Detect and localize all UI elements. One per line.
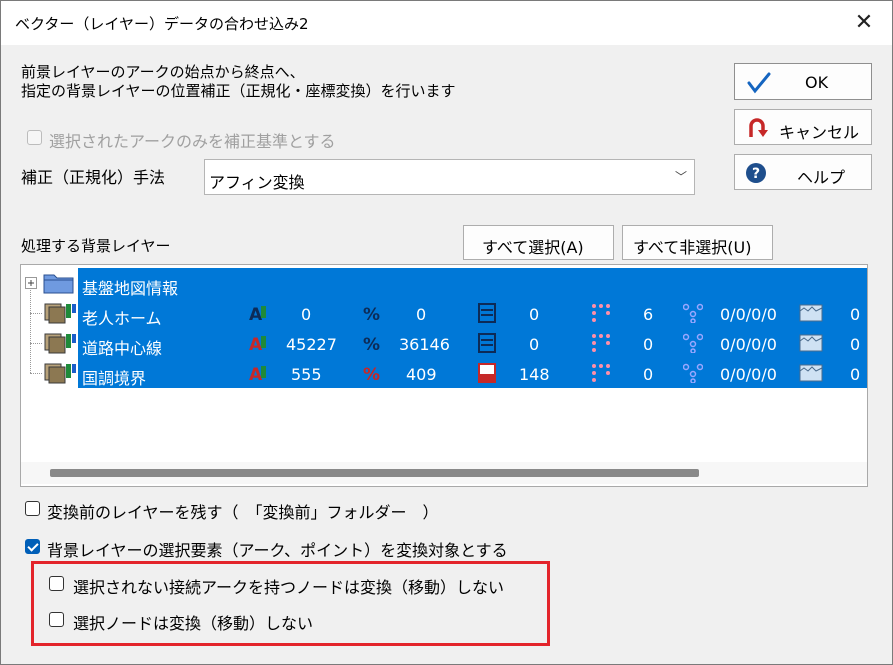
tree-group-row[interactable]: 基盤地図情報 <box>21 268 867 298</box>
node-icon <box>683 363 703 383</box>
help-button[interactable]: ? ヘルプ <box>734 154 872 190</box>
ok-label: OK <box>805 73 829 92</box>
point-count: 6 <box>643 305 654 324</box>
close-icon[interactable]: ✕ <box>852 12 876 36</box>
layers-label: 処理する背景レイヤー <box>21 237 171 255</box>
point-icon <box>592 304 610 322</box>
cancel-button[interactable]: キャンセル <box>734 109 872 145</box>
horizontal-scrollbar[interactable] <box>21 462 867 484</box>
point-count: 0 <box>643 335 654 354</box>
selected-arc-only-label: 選択されたアークのみを補正基準とする <box>49 132 336 151</box>
svg-text:?: ? <box>752 166 760 182</box>
cancel-label: キャンセル <box>779 123 860 142</box>
link-count: 409 <box>406 365 437 384</box>
dialog-title: ベクター（レイヤー）データの合わせ込み2 <box>15 15 309 33</box>
keep-layer-label: 変換前のレイヤーを残す（ 「変換前」フォルダー ） <box>47 503 439 522</box>
undo-arrow-icon <box>749 118 768 137</box>
title-bar: ベクター（レイヤー）データの合わせ込み2 ✕ <box>1 1 892 45</box>
mesh-icon <box>799 334 823 352</box>
chevron-down-icon: ﹀ <box>675 170 688 184</box>
layer-name: 国調境界 <box>82 369 147 388</box>
select-all-label: すべて選択(A) <box>482 238 584 257</box>
node-icon <box>683 333 703 353</box>
polygon-count: 0 <box>529 335 540 354</box>
arc-icon: A <box>249 305 266 323</box>
folder-icon <box>43 274 74 294</box>
svg-text:%: % <box>363 305 380 323</box>
node-count: 0/0/0/0 <box>720 335 777 354</box>
table-row[interactable]: 老人ホーム A 0 % 0 0 6 0/0/0/0 0 <box>21 288 867 328</box>
point-count: 0 <box>643 365 654 384</box>
mesh-count: 0 <box>850 305 861 324</box>
tree-group-label: 基盤地図情報 <box>82 279 179 298</box>
deselect-all-label: すべて非選択(U) <box>633 238 752 257</box>
polygon-count: 0 <box>529 305 540 324</box>
point-icon <box>592 334 610 352</box>
no-move-selected-checkbox[interactable] <box>49 612 64 627</box>
layer-stack-icon <box>44 333 76 354</box>
svg-text:%: % <box>363 335 380 353</box>
node-count: 0/0/0/0 <box>720 365 777 384</box>
transform-selected-label: 背景レイヤーの選択要素（アーク、ポイント）を変換対象とする <box>47 541 508 560</box>
mesh-count: 0 <box>850 365 861 384</box>
help-icon: ? <box>746 163 766 183</box>
method-label: 補正（正規化）手法 <box>21 168 166 187</box>
node-count: 0/0/0/0 <box>720 305 777 324</box>
scrollbar-thumb[interactable] <box>50 469 699 477</box>
link-count: 0 <box>416 305 427 324</box>
keep-layer-checkbox[interactable] <box>25 501 40 516</box>
table-row[interactable]: 道路中心線 A 45227 % 36146 0 0 0/0/0/0 0 <box>21 313 867 358</box>
deselect-all-button[interactable]: すべて非選択(U) <box>622 225 773 260</box>
method-select[interactable]: アフィン変換 ﹀ <box>204 159 695 195</box>
description-line-2: 指定の背景レイヤーの位置補正（正規化・座標変換）を行います <box>21 82 456 100</box>
no-move-connected-checkbox[interactable] <box>49 576 64 591</box>
arc-icon: A <box>249 335 266 353</box>
transform-selected-checkbox[interactable] <box>25 539 40 554</box>
node-icon <box>683 303 703 323</box>
description-line-1: 前景レイヤーのアークの始点から終点へ、 <box>21 63 305 81</box>
svg-text:A: A <box>249 335 263 353</box>
layer-stack-icon <box>44 303 76 324</box>
polygon-count: 148 <box>519 365 550 384</box>
layer-name: 老人ホーム <box>82 309 162 328</box>
no-move-connected-label: 選択されない接続アークを持つノードは変換（移動）しない <box>73 578 505 597</box>
check-icon <box>747 72 771 94</box>
svg-text:%: % <box>363 365 380 383</box>
mesh-count: 0 <box>850 335 861 354</box>
polygon-icon <box>478 333 496 353</box>
no-move-selected-label: 選択ノードは変換（移動）しない <box>73 614 314 633</box>
mesh-icon <box>799 304 823 322</box>
arc-count: 45227 <box>286 335 337 354</box>
table-row[interactable]: 国調境界 A 555 % 409 148 0 0/0/0/0 0 <box>21 343 867 388</box>
arc-icon: A <box>249 365 266 383</box>
layer-stack-icon <box>44 363 76 384</box>
dialog-window: ベクター（レイヤー）データの合わせ込み2 ✕ 前景レイヤーのアークの始点から終点… <box>0 0 893 665</box>
polygon-icon <box>478 363 496 383</box>
selected-arc-only-checkbox[interactable] <box>27 130 42 145</box>
layer-name: 道路中心線 <box>82 339 163 358</box>
method-value: アフィン変換 <box>209 173 305 192</box>
mesh-icon <box>799 364 823 382</box>
help-label: ヘルプ <box>797 168 846 187</box>
link-icon: % <box>363 335 380 353</box>
link-icon: % <box>363 365 380 383</box>
layer-tree[interactable]: 基盤地図情報 老人ホーム A 0 % 0 0 6 0/0/0/0 0 道路中心線… <box>20 264 868 487</box>
arc-count: 0 <box>301 305 312 324</box>
polygon-icon <box>478 303 496 323</box>
select-all-button[interactable]: すべて選択(A) <box>463 225 614 260</box>
svg-text:A: A <box>249 365 263 383</box>
link-icon: % <box>363 305 380 323</box>
arc-count: 555 <box>291 365 322 384</box>
svg-text:A: A <box>249 305 263 323</box>
point-icon <box>592 364 610 382</box>
ok-button[interactable]: OK <box>734 63 872 100</box>
link-count: 36146 <box>399 335 450 354</box>
